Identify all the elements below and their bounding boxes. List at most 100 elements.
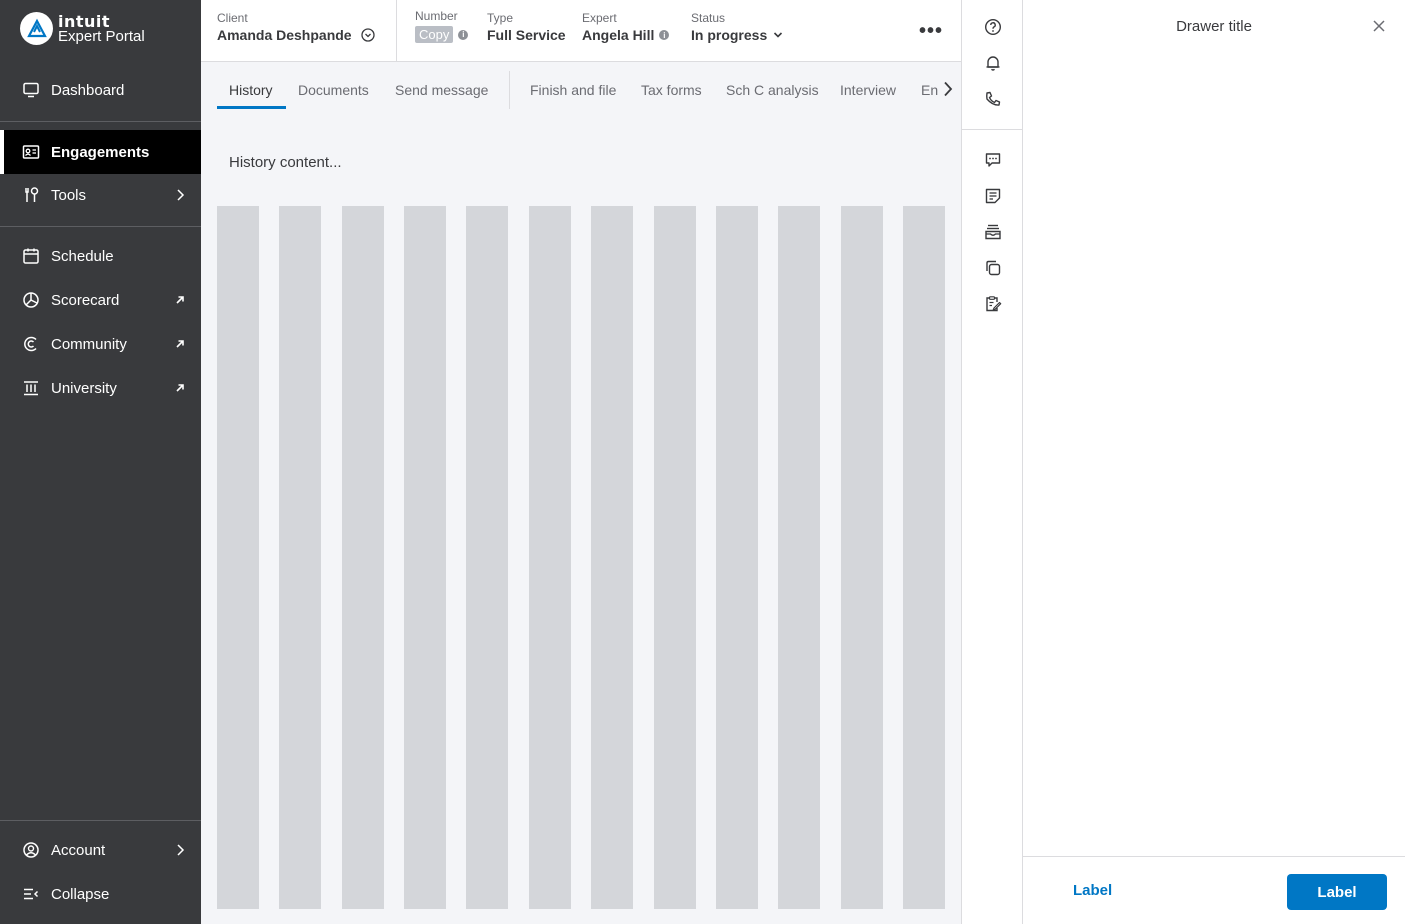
drawer-footer: Label Label (1023, 856, 1405, 924)
sidebar-item-label: University (51, 379, 117, 397)
chevron-down-icon (773, 31, 783, 39)
placeholder-bar (279, 206, 322, 909)
inbox-icon[interactable] (983, 222, 1003, 242)
number-label: Number (415, 9, 458, 23)
sidebar-item-label: Engagements (51, 143, 150, 161)
sidebar-item-label: Tools (51, 186, 87, 204)
status-value: In progress (691, 27, 768, 43)
id-card-icon (22, 143, 40, 161)
sidebar-item-tools[interactable]: Tools (0, 173, 201, 217)
sidebar-item-dashboard[interactable]: Dashboard (0, 68, 201, 112)
engagement-header: Client Amanda Deshpande Number Copy i Ty… (201, 0, 961, 62)
sidebar-divider (0, 820, 201, 821)
placeholder-bar (341, 206, 384, 909)
phone-icon[interactable] (983, 89, 1003, 109)
brand-name: intuit (58, 11, 111, 31)
client-field[interactable]: Client Amanda Deshpande (217, 11, 375, 43)
sidebar-item-label: Account (51, 841, 106, 859)
pie-chart-icon (22, 291, 40, 309)
tab-send-message[interactable]: Send message (395, 82, 488, 98)
sidebar-divider (0, 226, 201, 227)
sidebar-divider (0, 121, 201, 122)
client-name: Amanda Deshpande (217, 27, 352, 43)
header-divider (396, 0, 397, 62)
chat-icon[interactable] (983, 150, 1003, 170)
placeholder-bar (715, 206, 758, 909)
placeholder-bar (653, 206, 696, 909)
chevron-right-icon (171, 841, 189, 859)
placeholder-bar (902, 206, 945, 909)
product-name: Expert Portal (58, 27, 145, 45)
drawer-title: Drawer title (1176, 18, 1252, 35)
external-link-icon (171, 291, 189, 309)
tab-divider (509, 71, 510, 109)
sidebar-item-engagements[interactable]: Engagements (0, 130, 201, 174)
more-options-button[interactable]: ••• (919, 20, 943, 43)
info-icon[interactable]: i (458, 29, 469, 40)
placeholder-bar (840, 206, 883, 909)
number-field: Number Copy i (415, 9, 469, 43)
history-content-text: History content... (229, 154, 342, 171)
active-tab-indicator (217, 106, 286, 109)
edit-checklist-icon[interactable] (983, 294, 1003, 314)
community-icon (22, 335, 40, 353)
sidebar-item-account[interactable]: Account (0, 828, 201, 872)
sidebar-item-label: Community (51, 335, 127, 353)
utility-rail (961, 0, 1023, 924)
sidebar-item-label: Scorecard (51, 291, 120, 309)
copy-docs-icon[interactable] (983, 258, 1003, 278)
calendar-icon (22, 247, 40, 265)
university-icon (22, 379, 40, 397)
info-icon[interactable]: i (659, 30, 670, 40)
expert-portal-logo-icon (20, 12, 53, 45)
close-icon[interactable] (1371, 18, 1387, 34)
expert-label: Expert (582, 11, 617, 25)
sidebar-item-label: Dashboard (51, 81, 125, 99)
tab-finish-and-file[interactable]: Finish and file (530, 82, 616, 98)
account-icon (22, 841, 40, 859)
tab-tax-forms[interactable]: Tax forms (641, 82, 702, 98)
placeholder-bar (466, 206, 509, 909)
rail-divider (962, 129, 1023, 130)
sidebar-item-schedule[interactable]: Schedule (0, 234, 201, 278)
tab-en[interactable]: En (921, 82, 938, 98)
collapse-icon (22, 885, 40, 903)
type-label: Type (487, 11, 514, 25)
sidebar-item-label: Schedule (51, 247, 114, 265)
bell-icon[interactable] (983, 53, 1003, 73)
type-value: Full Service (487, 27, 566, 43)
tab-bar: History Documents Send message Finish an… (201, 62, 961, 112)
sidebar-item-scorecard[interactable]: Scorecard (0, 278, 201, 322)
placeholder-bar (217, 206, 259, 909)
secondary-button[interactable]: Label (1073, 882, 1112, 899)
scroll-tabs-right-icon[interactable] (941, 80, 955, 98)
help-icon[interactable] (983, 17, 1003, 37)
external-link-icon (171, 379, 189, 397)
placeholder-bar (591, 206, 634, 909)
external-link-icon (171, 335, 189, 353)
drawer: Drawer title Label Label (1023, 0, 1405, 924)
placeholder-bar (404, 206, 447, 909)
status-field[interactable]: Status In progress (691, 11, 783, 43)
status-label: Status (691, 11, 726, 25)
sidebar-item-collapse[interactable]: Collapse (0, 872, 201, 916)
type-field: Type Full Service (487, 11, 566, 43)
history-panel: History content... (201, 112, 961, 924)
placeholder-bar (528, 206, 571, 909)
intuit-logo[interactable]: intuit Expert Portal (20, 12, 145, 45)
primary-button[interactable]: Label (1287, 874, 1387, 910)
notes-icon[interactable] (983, 186, 1003, 206)
placeholder-bar (778, 206, 821, 909)
copy-button[interactable]: Copy (415, 26, 454, 43)
expert-field: Expert Angela Hill i (582, 11, 670, 43)
tab-interview[interactable]: Interview (840, 82, 896, 98)
sidebar: intuit Expert Portal Dashboard Engagemen… (0, 0, 201, 924)
sidebar-item-community[interactable]: Community (0, 322, 201, 366)
monitor-icon (22, 81, 40, 99)
sidebar-item-university[interactable]: University (0, 366, 201, 410)
tab-sch-c-analysis[interactable]: Sch C analysis (726, 82, 819, 98)
sidebar-item-label: Collapse (51, 885, 110, 903)
tab-documents[interactable]: Documents (298, 82, 369, 98)
tab-history[interactable]: History (229, 82, 273, 98)
chevron-circle-down-icon[interactable] (360, 28, 375, 42)
